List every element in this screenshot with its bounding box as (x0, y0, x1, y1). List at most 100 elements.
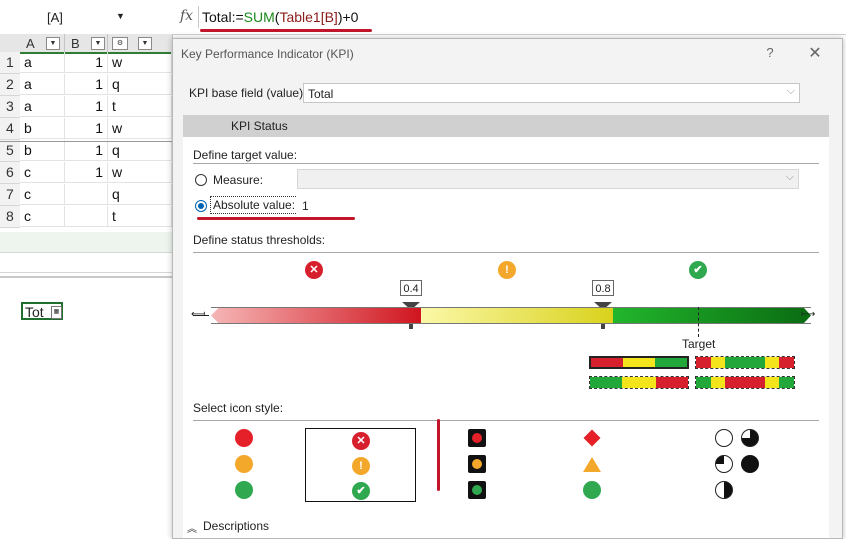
row-header[interactable]: 6 (0, 162, 20, 184)
bar-bottom-edge (211, 323, 811, 324)
row-header[interactable]: 2 (0, 74, 20, 96)
table-cell-a-text: a (24, 98, 32, 114)
table-cell-b[interactable]: 1 (65, 118, 108, 139)
tab-kpi-status[interactable]: KPI Status (183, 115, 829, 137)
table-cell-a-text: c (24, 164, 31, 180)
band-style-preview[interactable] (695, 356, 795, 369)
table-cell-c[interactable]: w (108, 52, 172, 73)
function-icon[interactable]: fx (180, 8, 193, 24)
absolute-value-label: Absolute value: (210, 196, 299, 214)
row-header[interactable]: 5 (0, 140, 20, 162)
table-cell-a[interactable]: a (20, 52, 65, 73)
green-circle-icon (235, 481, 253, 499)
check-circle-icon: ✔ (352, 482, 370, 500)
table-cell-c[interactable]: t (108, 96, 172, 117)
base-field-select[interactable]: Total ⌵ (303, 83, 800, 103)
row-header[interactable]: 3 (0, 96, 20, 118)
icon-style-symbols-selected[interactable]: ✕ ! ✔ (305, 428, 416, 502)
formula-input[interactable]: Total:=SUM(Table1[B])+0 (202, 9, 358, 25)
status-warning-icon: ! (498, 261, 516, 279)
table-cell-a[interactable]: b (20, 140, 65, 161)
formula-separator (198, 6, 199, 28)
target-label: Target (682, 337, 716, 351)
table-cell-a[interactable]: a (20, 74, 65, 95)
section-divider (193, 420, 819, 421)
status-bad-icon: ✕ (305, 261, 323, 279)
filter-dropdown-icon[interactable]: ▼ (46, 37, 60, 50)
name-box[interactable]: [A] ▼ (4, 8, 164, 28)
table-cell-a[interactable]: c (20, 206, 65, 227)
base-field-label: KPI base field (value): (189, 86, 307, 100)
table-cell-a[interactable]: c (20, 162, 65, 183)
table-cell-b[interactable] (65, 206, 108, 227)
row-header[interactable]: 1 (0, 52, 20, 74)
table-cell-c-text: w (112, 164, 123, 180)
measure-select[interactable]: ⌵ (297, 169, 799, 189)
table-cell-b-text: 1 (95, 54, 103, 70)
filter-dropdown-icon[interactable]: ▼ (91, 37, 105, 50)
absolute-value-radio[interactable] (195, 200, 207, 212)
column-header-c[interactable]: ⚙ ▼ (108, 34, 173, 54)
icon-style-label: Select icon style: (193, 401, 284, 415)
table-cell-b[interactable]: 1 (65, 140, 108, 161)
row-header[interactable]: 4 (0, 118, 20, 140)
band-style-preview[interactable] (589, 356, 689, 369)
table-cell-c[interactable]: q (108, 140, 172, 161)
band-style-preview[interactable] (695, 376, 795, 389)
table-cell-c[interactable]: w (108, 118, 172, 139)
measure-radio[interactable] (195, 174, 207, 186)
full-circle-icon (741, 455, 759, 473)
close-button[interactable]: ✕ (805, 43, 825, 63)
table-cell-b[interactable]: 1 (65, 52, 108, 73)
section-divider (193, 252, 819, 253)
filter-dropdown-icon[interactable]: ▼ (138, 37, 152, 50)
table-cell-c-text: q (112, 186, 120, 202)
chevron-down-icon[interactable]: ▼ (116, 11, 125, 21)
pane-divider[interactable] (0, 276, 172, 278)
chevron-down-icon[interactable]: ⌵ (786, 171, 794, 184)
table-cell-b-text: 1 (95, 76, 103, 92)
row-header[interactable]: 7 (0, 184, 20, 206)
table-cell-a[interactable]: a (20, 96, 65, 117)
formula-bar: [A] ▼ fx Total:=SUM(Table1[B])+0 (0, 0, 846, 35)
yellow-triangle-icon (583, 457, 601, 472)
define-target-label: Define target value: (193, 148, 298, 162)
descriptions-toggle[interactable]: Descriptions (203, 519, 269, 533)
chevron-down-icon[interactable]: ⌵ (787, 85, 795, 98)
table-cell-a[interactable]: b (20, 118, 65, 139)
band-style-preview[interactable] (589, 376, 689, 389)
formula-prefix: Total:= (202, 9, 244, 25)
column-header-b[interactable]: B ▼ (65, 34, 108, 54)
absolute-value-input[interactable]: 1 (297, 195, 799, 215)
icon-style-traffic-lights[interactable] (468, 429, 488, 501)
table-cell-b-text: 1 (95, 120, 103, 136)
chevron-up-icon[interactable]: ︽ (187, 520, 197, 535)
row-header[interactable]: 8 (0, 206, 20, 228)
arrow-left-icon: ⟻ (191, 309, 206, 320)
table-cell-a-text: a (24, 76, 32, 92)
table-cell-a[interactable]: c (20, 184, 65, 205)
threshold-bar-track: ⟻ ⟼ (191, 307, 819, 325)
table-cell-c-text: t (112, 98, 116, 114)
icon-style-circles[interactable] (223, 429, 283, 499)
table-cell-b[interactable]: 1 (65, 74, 108, 95)
icon-style-quarters[interactable] (713, 429, 763, 501)
column-header-label: B (71, 36, 80, 51)
table-cell-c[interactable]: q (108, 74, 172, 95)
column-header-label: A (26, 36, 35, 51)
table-cell-b[interactable] (65, 184, 108, 205)
table-cell-c[interactable]: t (108, 206, 172, 227)
calc-area-cell-total[interactable]: Tot ▦ (21, 302, 63, 320)
table-cell-c-text: w (112, 120, 123, 136)
table-cell-b[interactable]: 1 (65, 96, 108, 117)
yellow-circle-icon (235, 455, 253, 473)
help-button[interactable]: ? (762, 45, 778, 61)
column-header-a[interactable]: A ▼ (20, 34, 65, 54)
table-cell-c[interactable]: q (108, 184, 172, 205)
table-cell-c[interactable]: w (108, 162, 172, 183)
select-all-corner[interactable] (0, 34, 20, 54)
row-header-text: 2 (6, 76, 14, 92)
icon-style-shapes[interactable] (583, 429, 605, 501)
table-cell-c-text: q (112, 142, 120, 158)
table-cell-b[interactable]: 1 (65, 162, 108, 183)
